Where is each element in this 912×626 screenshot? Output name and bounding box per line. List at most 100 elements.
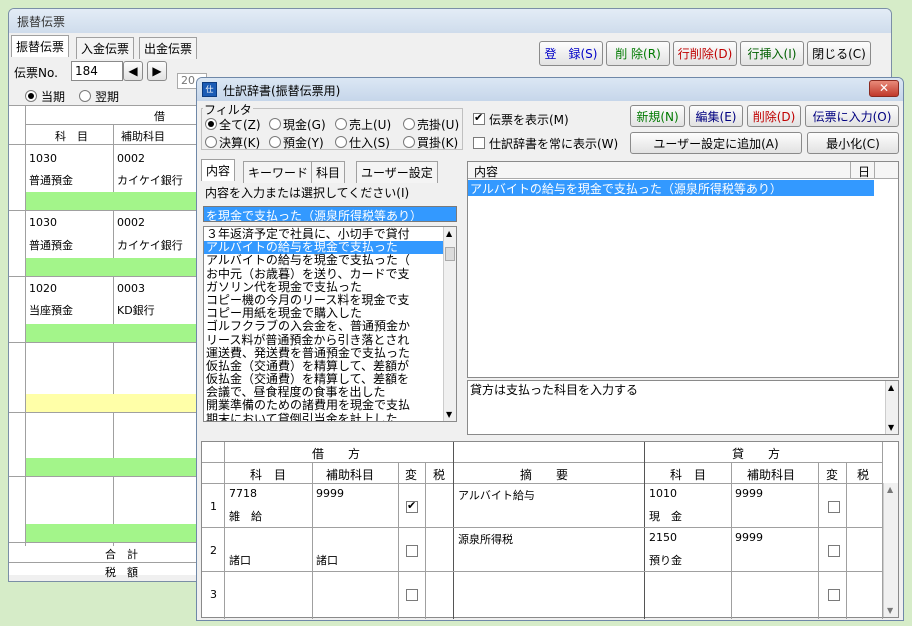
show-denpyo-label: 伝票を表示(M) xyxy=(489,113,569,127)
shiwake-grid: 借 方 貸 方 科 目 補助科目 変 税 摘 要 科 目 補助科目 変 税 1 … xyxy=(201,441,899,619)
filter-payable-radio[interactable] xyxy=(403,136,415,148)
grid-credit-hen-header: 変 xyxy=(826,468,839,482)
result-row-selected[interactable]: アルバイトの給与を現金で支払った（源泉所得税等あり） xyxy=(468,180,874,196)
filter-all-radio[interactable] xyxy=(205,118,217,130)
list-item[interactable]: 開業準備のための諸費用を現金で支払 xyxy=(204,399,444,412)
row3-hcode: 0003 xyxy=(117,282,145,295)
row2-credit-hcode[interactable]: 9999 xyxy=(735,531,763,544)
edit-button[interactable]: 編集(E) xyxy=(689,105,743,127)
furikae-window-title: 振替伝票 xyxy=(9,9,891,33)
always-show-checkbox[interactable] xyxy=(473,137,485,149)
delete-button[interactable]: 削 除(R) xyxy=(606,41,670,66)
list-item[interactable]: ガソリン代を現金で支払った xyxy=(204,280,444,294)
list-item[interactable]: お中元（お歳暮）を送り、カードで支 xyxy=(204,267,444,281)
furikae-tabs: 振替伝票 入金伝票 出金伝票 xyxy=(11,35,211,59)
tab-nyukin[interactable]: 入金伝票 xyxy=(76,37,135,59)
list-item[interactable]: アルバイトの給与を現金で支払った（ xyxy=(204,254,444,267)
row2-code: 1030 xyxy=(29,216,57,229)
row3-debit-hen-checkbox[interactable] xyxy=(406,589,418,601)
result-list[interactable]: 内容 日 アルバイトの給与を現金で支払った（源泉所得税等あり） xyxy=(467,161,899,378)
tab-user-setting[interactable]: ユーザー設定 xyxy=(356,161,438,183)
memo-scrollbar[interactable]: ▲ ▼ xyxy=(885,381,898,434)
filter-all-label: 全て(Z) xyxy=(219,118,261,132)
show-denpyo-checkbox[interactable]: ✔ xyxy=(473,111,485,125)
period-next-radio[interactable] xyxy=(79,90,91,102)
close-icon[interactable]: ✕ xyxy=(869,80,899,97)
tab-keyword[interactable]: キーワード xyxy=(243,161,314,183)
row1-code: 1030 xyxy=(29,152,57,165)
list-item[interactable]: 運送費、発送費を普通預金で支払った xyxy=(204,346,444,360)
row2-credit-code[interactable]: 2150 xyxy=(649,531,677,544)
row1-name: 普通預金 xyxy=(29,174,73,187)
row1-debit-hen-checkbox[interactable]: ✔ xyxy=(406,499,418,513)
row2-credit-hen-checkbox[interactable] xyxy=(828,545,840,557)
grid-debit-header: 借 方 xyxy=(312,447,361,461)
row1-credit-hcode[interactable]: 9999 xyxy=(735,487,763,500)
result-header-day: 日 xyxy=(858,165,871,179)
denpyo-no-input[interactable]: 184 xyxy=(71,61,123,81)
filter-deposit-radio[interactable] xyxy=(269,136,281,148)
grid-header-debit: 借 xyxy=(154,110,165,123)
row3-code: 1020 xyxy=(29,282,57,295)
list-item[interactable]: リース料が普通預金から引き落とされ xyxy=(204,333,444,347)
memo-scroll-down-icon: ▼ xyxy=(888,423,895,432)
filter-sales-radio[interactable] xyxy=(335,118,347,130)
prev-icon[interactable]: ◀ xyxy=(123,61,143,81)
content-list[interactable]: ３年返済予定で社員に、小切手で貸付 アルバイトの給与を現金で支払った アルバイトの給… xyxy=(203,226,457,422)
insert-row-button[interactable]: 行挿入(I) xyxy=(740,41,804,66)
row3-hname: KD銀行 xyxy=(117,304,155,317)
tab-furikae[interactable]: 振替伝票 xyxy=(11,35,70,57)
grid-debit-zei-header: 税 xyxy=(433,468,446,482)
tab-kamoku[interactable]: 科目 xyxy=(311,161,346,183)
close-button[interactable]: 閉じる(C) xyxy=(807,41,871,66)
tab-content[interactable]: 内容 xyxy=(201,159,236,181)
row2-memo[interactable]: 源泉所得税 xyxy=(458,531,513,547)
next-icon[interactable]: ▶ xyxy=(147,61,167,81)
row1-credit-hen-checkbox[interactable] xyxy=(828,501,840,513)
list-item[interactable]: ゴルフクラブの入会金を、普通預金か xyxy=(204,320,444,333)
delete-row-button[interactable]: 行削除(D) xyxy=(673,41,737,66)
content-search-input[interactable]: を現金で支払った（源泉所得税等あり） xyxy=(203,206,457,222)
register-button[interactable]: 登 録(S) xyxy=(539,41,603,66)
memo-scroll-up-icon: ▲ xyxy=(888,383,895,392)
filter-receivable-label: 売掛(U) xyxy=(417,118,460,132)
filter-receivable-radio[interactable] xyxy=(403,118,415,130)
row2-debit-name[interactable]: 諸口 xyxy=(229,552,251,568)
row2-hname: カイケイ銀行 xyxy=(117,239,183,252)
row1-debit-code[interactable]: 7718 xyxy=(229,487,257,500)
row1-debit-hcode[interactable]: 9999 xyxy=(316,487,344,500)
dict-delete-button[interactable]: 削除(D) xyxy=(747,105,801,127)
tax-label: 税 額 xyxy=(105,566,138,579)
row2-debit-hname[interactable]: 諸口 xyxy=(316,552,338,568)
row1-memo[interactable]: アルバイト給与 xyxy=(458,487,535,503)
period-current-label: 当期 xyxy=(41,90,66,104)
tab-shukkin[interactable]: 出金伝票 xyxy=(139,37,198,59)
row2-credit-name[interactable]: 預り金 xyxy=(649,552,682,568)
filter-settlement-radio[interactable] xyxy=(205,136,217,148)
minimize-button[interactable]: 最小化(C) xyxy=(807,132,899,154)
row1-credit-code[interactable]: 1010 xyxy=(649,487,677,500)
scroll-down-icon: ▼ xyxy=(446,410,453,419)
furikae-grid: 借 科 目 補助科目 1030 普通預金 0002 カイケイ銀行 1030 普通… xyxy=(9,105,199,579)
grid-debit-hojo-header: 補助科目 xyxy=(326,468,375,482)
dict-tabs: 内容 キーワード 科目 ユーザー設定 xyxy=(201,159,463,183)
list-scrollbar[interactable]: ▲ ▼ xyxy=(443,227,456,421)
row1-credit-name[interactable]: 現 金 xyxy=(649,508,682,524)
dialog-title: 仕訳辞書(振替伝票用) xyxy=(223,84,341,98)
period-current-radio[interactable] xyxy=(25,90,37,102)
add-user-setting-button[interactable]: ユーザー設定に追加(A) xyxy=(630,132,802,154)
to-denpyo-button[interactable]: 伝票に入力(O) xyxy=(805,105,899,127)
memo-text: 貸方は支払った科目を入力する xyxy=(470,383,639,397)
row3-credit-hen-checkbox[interactable] xyxy=(828,589,840,601)
row2-name: 普通預金 xyxy=(29,239,73,252)
grid-debit-hen-header: 変 xyxy=(405,468,418,482)
list-item[interactable]: 期末において貸倒引当金を計上した xyxy=(204,412,444,421)
row2-debit-hen-checkbox[interactable] xyxy=(406,545,418,557)
filter-purchase-radio[interactable] xyxy=(335,136,347,148)
app-icon: 仕 xyxy=(202,82,217,97)
dialog-title-bar: 仕 仕訳辞書(振替伝票用) ✕ xyxy=(197,78,903,101)
grid-scrollbar[interactable]: ▲ ▼ xyxy=(883,483,898,617)
new-button[interactable]: 新規(N) xyxy=(630,105,685,127)
row1-debit-name[interactable]: 雑 給 xyxy=(229,508,262,524)
filter-cash-radio[interactable] xyxy=(269,118,281,130)
